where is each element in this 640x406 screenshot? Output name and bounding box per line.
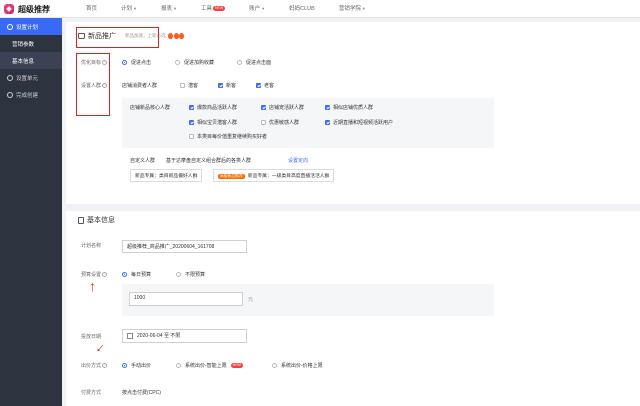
radio-icon [272,363,277,368]
arrow-up-icon: ↑ [89,278,96,294]
budget-input[interactable]: 1000 [129,292,243,306]
budget-unit: 元 [248,297,254,303]
chevron-down-icon: ▼ [361,6,366,11]
calendar-icon [127,332,133,339]
core-option-checkbox[interactable]: 本类目每价值重复继续购买好者 [189,133,267,140]
basic-info-title: 基本信息 [87,217,115,224]
optimize-ctr-radio[interactable]: 促进点击面 [237,59,271,66]
crowd-tag[interactable]: 新品专属：类目新品偏好人群 [130,169,203,182]
plan-name-input[interactable]: 超级推荐_商品推广_20200604_161708 [122,240,247,253]
fire-icon [173,32,179,39]
consumer-potential-checkbox[interactable]: 潜客 [180,82,198,89]
chevron-down-icon: ▼ [173,6,177,11]
checkbox-icon [189,105,194,110]
custom-crowd-label: 自定义人群 [130,158,156,164]
checkbox-icon [325,120,330,125]
basic-info-header: 基本信息 [78,215,115,225]
consumer-new-checkbox[interactable]: 新客 [218,82,236,89]
main-nav: 首页 计划▼ 报表▼ 工具 NEW 账户▼ 妈妈CLUB 营销学院▼ [86,4,390,12]
checkbox-icon [325,105,330,110]
core-crowd-label: 店铺新品核心人群 [130,105,171,111]
checkbox-icon [261,105,266,110]
nav-account[interactable]: 账户▼ [249,4,265,12]
set-targeting-link[interactable]: 设置定向 [288,157,308,164]
core-option-checkbox[interactable]: 优惠敏感人群 [261,119,299,126]
sidebar-item-setup-unit[interactable]: 设置单元 [0,69,62,86]
step-icon [7,74,13,81]
core-crowd-panel [122,98,494,148]
checkbox-icon [218,83,223,88]
radio-icon [122,60,127,65]
checkbox-icon [256,83,261,88]
plan-name-label: 计划名称 [81,243,102,249]
price-limit-bid-radio[interactable]: 系统出价-价格上限 [272,362,323,369]
pay-label: 付费方式 [81,390,102,396]
bid-label: 出价方式? [81,363,108,369]
radio-icon [176,363,181,368]
new-badge: NEW [213,6,226,12]
sidebar-item-basic-info[interactable]: 基本信息 [0,52,62,69]
step-icon [7,91,13,98]
highlight-box [76,53,110,116]
consumer-old-checkbox[interactable]: 老客 [256,82,274,89]
checkbox-icon [189,134,194,139]
chevron-down-icon: ▼ [261,6,266,11]
help-icon[interactable]: ? [102,363,108,369]
radio-icon [122,363,127,368]
optimize-click-radio[interactable]: 促进点击 [122,59,151,66]
custom-crowd-desc: 基于达摩盘自定义组合群后的各类人群 [166,158,252,164]
sidebar-item-setup-plan[interactable]: 设置计划 [0,18,62,35]
smart-bid-radio[interactable]: 系统出价-智能上限 NEW [176,362,243,369]
app-logo[interactable]: 超级推荐 [4,3,62,15]
nav-home[interactable]: 首页 [86,4,97,12]
core-option-checkbox[interactable]: 相似店铺优质人群 [325,104,373,111]
radio-icon [122,272,127,277]
crowd-tag[interactable]: 高级新品推荐 新品专属：一级类目高度直播活活人群 [213,169,335,182]
top-bar: 超级推荐 首页 计划▼ 报表▼ 工具 NEW 账户▼ 妈妈CLUB 营销学院▼ [0,0,640,18]
nav-tools[interactable]: 工具 NEW [201,4,226,12]
shop-consumer-label: 店铺消费者人群 [122,83,158,89]
premium-badge: 高级新品推荐 [218,174,245,179]
sidebar-item-marketing-params[interactable]: 营销参数 [0,35,62,52]
radio-icon [175,60,180,65]
document-icon [78,216,84,224]
nav-academy[interactable]: 营销学院▼ [339,4,366,12]
help-icon[interactable]: ? [102,272,108,278]
fire-icon [179,32,184,39]
nav-plan[interactable]: 计划▼ [121,4,137,12]
pay-value: 按点击付费(CPC) [122,390,161,396]
checkbox-icon [180,83,185,88]
logo-icon [4,4,14,14]
date-label: 投放日期 [81,334,102,340]
radio-icon [176,272,181,277]
fire-icon [168,32,173,39]
checkbox-icon [189,120,194,125]
checkbox-icon [261,120,266,125]
sidebar-item-done[interactable]: 完成创建 [0,86,62,103]
nav-report[interactable]: 报表▼ [161,4,177,12]
daily-budget-radio[interactable]: 每日预算 [122,271,151,278]
fire-icons [168,32,184,39]
app-title: 超级推荐 [18,4,50,14]
new-badge: NEW [230,363,243,368]
highlight-box [76,27,159,48]
core-option-checkbox[interactable]: 近期直播和短视频活跃用户 [325,119,393,126]
nav-club[interactable]: 妈妈CLUB [289,4,315,12]
manual-bid-radio[interactable]: 手动出价 [122,362,151,369]
radio-icon [237,60,242,65]
core-option-checkbox[interactable]: 店铺宠活跃人群 [261,104,304,111]
core-option-checkbox[interactable]: 相似宝贝潜客人群 [189,119,237,126]
core-option-checkbox[interactable]: 爆款商品活跃人群 [189,104,237,111]
date-range-input[interactable]: 2020-06-04 至 不限 [122,329,247,343]
step-icon [7,23,13,30]
optimize-cart-radio[interactable]: 促进加购收藏 [175,59,214,66]
sidebar: 设置计划 营销参数 基本信息 设置单元 完成创建 [0,18,62,406]
chevron-down-icon: ▼ [133,6,137,11]
budget-label: 预算设置? [81,272,108,278]
unlimited-budget-radio[interactable]: 不限预算 [176,271,205,278]
